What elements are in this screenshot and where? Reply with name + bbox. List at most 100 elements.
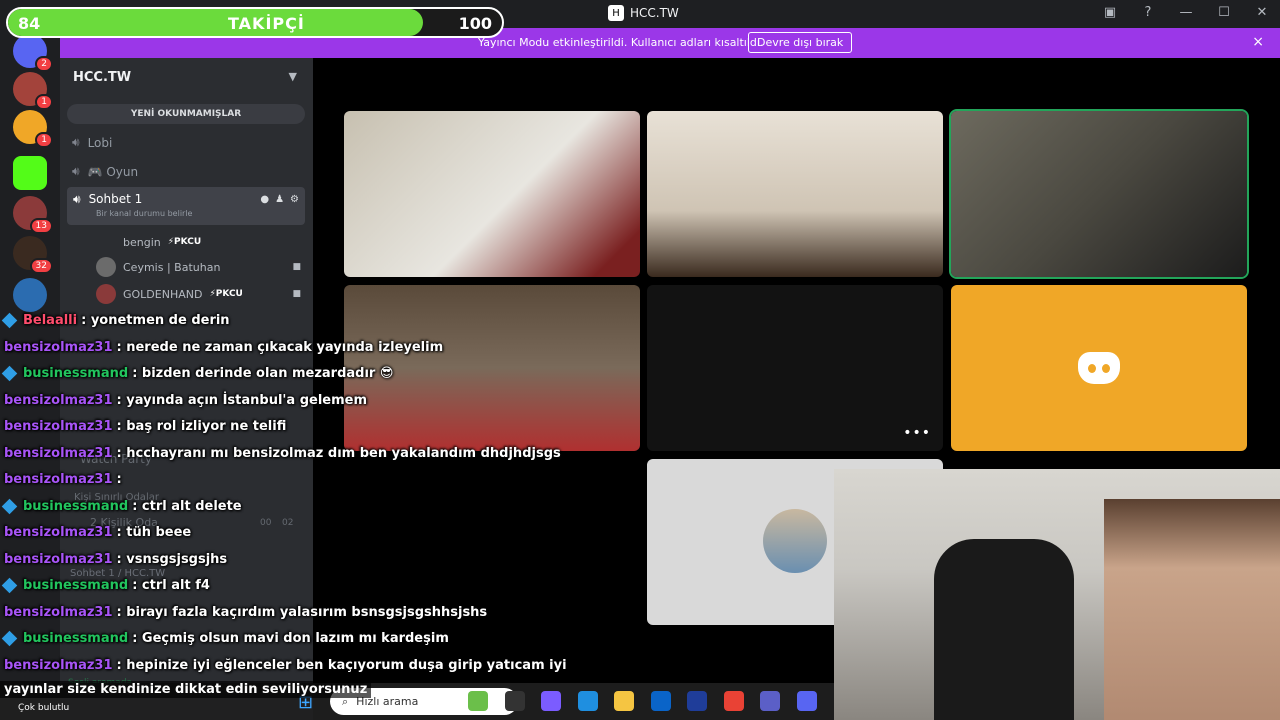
chat-message: bensizolmaz31: tüh beee bbox=[4, 525, 191, 540]
disable-streamer-mode-button[interactable]: Devre dışı bırak bbox=[748, 32, 853, 53]
more-options-icon[interactable]: ••• bbox=[903, 425, 931, 441]
follower-goal-fill bbox=[8, 9, 423, 36]
add-member-icon[interactable]: ♟ bbox=[275, 194, 284, 205]
server-logo-icon: H bbox=[608, 5, 624, 21]
chat-message: bensizolmaz31: hepinize iyi eğlenceler b… bbox=[4, 658, 567, 673]
channel-oyun[interactable]: 🔊︎ 🎮 Oyun bbox=[72, 164, 138, 179]
speaker-icon: 🔊︎ bbox=[72, 164, 80, 178]
avatar bbox=[763, 509, 827, 573]
outlook-icon[interactable] bbox=[650, 691, 671, 711]
chat-username: bensizolmaz31 bbox=[4, 604, 113, 620]
minimize-icon[interactable]: — bbox=[1178, 5, 1194, 20]
user-badge-icon bbox=[1, 577, 18, 594]
user-badge-icon bbox=[1, 498, 18, 514]
window-title-text: HCC.TW bbox=[630, 6, 679, 20]
channel-status[interactable]: Bir kanal durumu belirle bbox=[96, 209, 192, 218]
chat-text: : bizden derinde olan mezardadır 😎 bbox=[132, 366, 394, 381]
channel-label: 🎮 Oyun bbox=[87, 164, 139, 179]
speaker-icon: 🔊︎ bbox=[72, 135, 80, 149]
user-badge-icon bbox=[1, 365, 18, 382]
voice-member[interactable]: GOLDENHAND ⚡PKCU ■ bbox=[96, 284, 301, 304]
terminal-icon[interactable] bbox=[504, 691, 525, 711]
discord-logo-icon bbox=[1078, 352, 1120, 384]
chat-username: bensizolmaz31 bbox=[4, 419, 113, 434]
chat-username: bensizolmaz31 bbox=[4, 472, 113, 487]
user-badge-icon bbox=[1, 312, 18, 329]
banner-text: Yayıncı Modu etkinleştirildi. Kullanıcı … bbox=[478, 36, 764, 49]
avatar bbox=[96, 284, 116, 304]
chat-text: : ctrl alt f4 bbox=[132, 578, 210, 593]
banner-close-icon[interactable]: × bbox=[1252, 34, 1264, 50]
avatar bbox=[96, 232, 116, 252]
server-icon[interactable]: 13 bbox=[13, 196, 53, 234]
edge-icon[interactable] bbox=[577, 691, 598, 711]
video-tile-no-camera[interactable] bbox=[951, 285, 1247, 451]
server-icon[interactable]: 1 bbox=[13, 72, 53, 110]
chat-text: : baş rol izliyor ne telifi bbox=[116, 419, 287, 434]
chat-username: bensizolmaz31 bbox=[4, 445, 113, 461]
follower-goal: 100 bbox=[458, 14, 492, 33]
chat-text: : yonetmen de derin bbox=[81, 313, 230, 328]
channel-label: Sohbet 1 bbox=[88, 192, 143, 206]
video-tile[interactable] bbox=[344, 111, 640, 277]
chat-text: : hcchayranı mı bensizolmaz dım ben yaka… bbox=[116, 445, 561, 461]
chat-message: bensizolmaz31: birayı fazla kaçırdım yal… bbox=[4, 605, 487, 620]
chat-text: : hepinize iyi eğlenceler ben kaçıyorum … bbox=[116, 657, 567, 673]
speaker-icon: 🔊︎ bbox=[73, 192, 81, 206]
server-icon[interactable]: 32 bbox=[13, 236, 53, 274]
voice-member[interactable]: Ceymis | Batuhan ■ bbox=[96, 257, 301, 277]
avatar bbox=[96, 257, 116, 277]
chat-text: : bbox=[116, 472, 122, 487]
weather-text[interactable]: Çok bulutlu bbox=[18, 703, 69, 713]
chat-message: businessmand: ctrl alt delete bbox=[1, 498, 242, 514]
server-name[interactable]: HCC.TW bbox=[73, 70, 131, 85]
chat-username: bensizolmaz31 bbox=[4, 339, 113, 355]
chat-message: bensizolmaz31: hcchayranı mı bensizolmaz… bbox=[4, 446, 561, 461]
folder-icon[interactable] bbox=[614, 691, 634, 711]
channel-sohbet-1[interactable]: 🔊︎ Sohbet 1 Bir kanal durumu belirle ● ♟… bbox=[67, 187, 305, 225]
close-icon[interactable]: ✕ bbox=[1254, 5, 1270, 20]
chat-icon[interactable]: ● bbox=[260, 194, 269, 205]
inbox-icon[interactable]: ▣ bbox=[1102, 5, 1118, 20]
chat-username: businessmand bbox=[23, 498, 129, 514]
server-icon[interactable]: 1 bbox=[13, 110, 53, 148]
l-app-icon[interactable] bbox=[687, 691, 707, 711]
server-icon-home[interactable]: 2 bbox=[13, 34, 53, 72]
chat-text: : vsnsgsjsgsjhs bbox=[116, 551, 228, 567]
chat-message: businessmand: Geçmiş olsun mavi don lazı… bbox=[1, 630, 449, 647]
chat-message: bensizolmaz31: nerede ne zaman çıkacak y… bbox=[4, 340, 443, 355]
chat-username: bensizolmaz31 bbox=[4, 392, 113, 408]
chrome-icon[interactable] bbox=[723, 691, 744, 711]
video-tile[interactable]: ••• bbox=[647, 285, 943, 451]
new-unreads-pill[interactable]: YENİ OKUNMAMIŞLAR bbox=[67, 104, 305, 124]
server-icon[interactable] bbox=[13, 278, 47, 312]
copilot-icon[interactable] bbox=[541, 691, 561, 711]
chat-text: : ctrl alt delete bbox=[132, 498, 242, 514]
server-icon-kick[interactable] bbox=[13, 156, 47, 190]
ticker-text: yayınlar size kendinize dikkat edin sevi… bbox=[0, 681, 372, 698]
chat-username: bensizolmaz31 bbox=[4, 551, 113, 567]
video-tile-speaking[interactable] bbox=[951, 111, 1247, 277]
chat-text: : yayında açın İstanbul'a gelemem bbox=[116, 392, 368, 408]
follower-label: TAKİPÇİ bbox=[228, 14, 305, 33]
user-badge-icon bbox=[1, 630, 18, 647]
chat-text: : nerede ne zaman çıkacak yayında izleye… bbox=[116, 339, 444, 355]
channel-label: Lobi bbox=[87, 135, 113, 150]
chevron-down-icon[interactable]: ▼ bbox=[289, 70, 297, 83]
discord-icon[interactable] bbox=[796, 691, 817, 711]
chat-message: businessmand: bizden derinde olan mezard… bbox=[1, 365, 394, 382]
chat-username: businessmand bbox=[23, 578, 129, 593]
help-icon[interactable]: ? bbox=[1140, 5, 1156, 20]
video-tile[interactable] bbox=[647, 111, 943, 277]
channel-lobi[interactable]: 🔊︎ Lobi bbox=[72, 135, 112, 150]
teams-icon[interactable] bbox=[760, 691, 780, 711]
voice-member[interactable]: bengin ⚡PKCU bbox=[96, 232, 301, 252]
chat-username: businessmand bbox=[23, 366, 129, 381]
chat-text: : tüh beee bbox=[116, 525, 192, 540]
game-icon[interactable] bbox=[468, 691, 488, 711]
maximize-icon[interactable]: ☐ bbox=[1216, 5, 1232, 20]
gear-icon[interactable]: ⚙ bbox=[290, 194, 299, 205]
camera-icon: ■ bbox=[292, 289, 301, 299]
camera-icon: ■ bbox=[292, 262, 301, 272]
chat-message: bensizolmaz31: vsnsgsjsgsjhs bbox=[4, 552, 227, 567]
